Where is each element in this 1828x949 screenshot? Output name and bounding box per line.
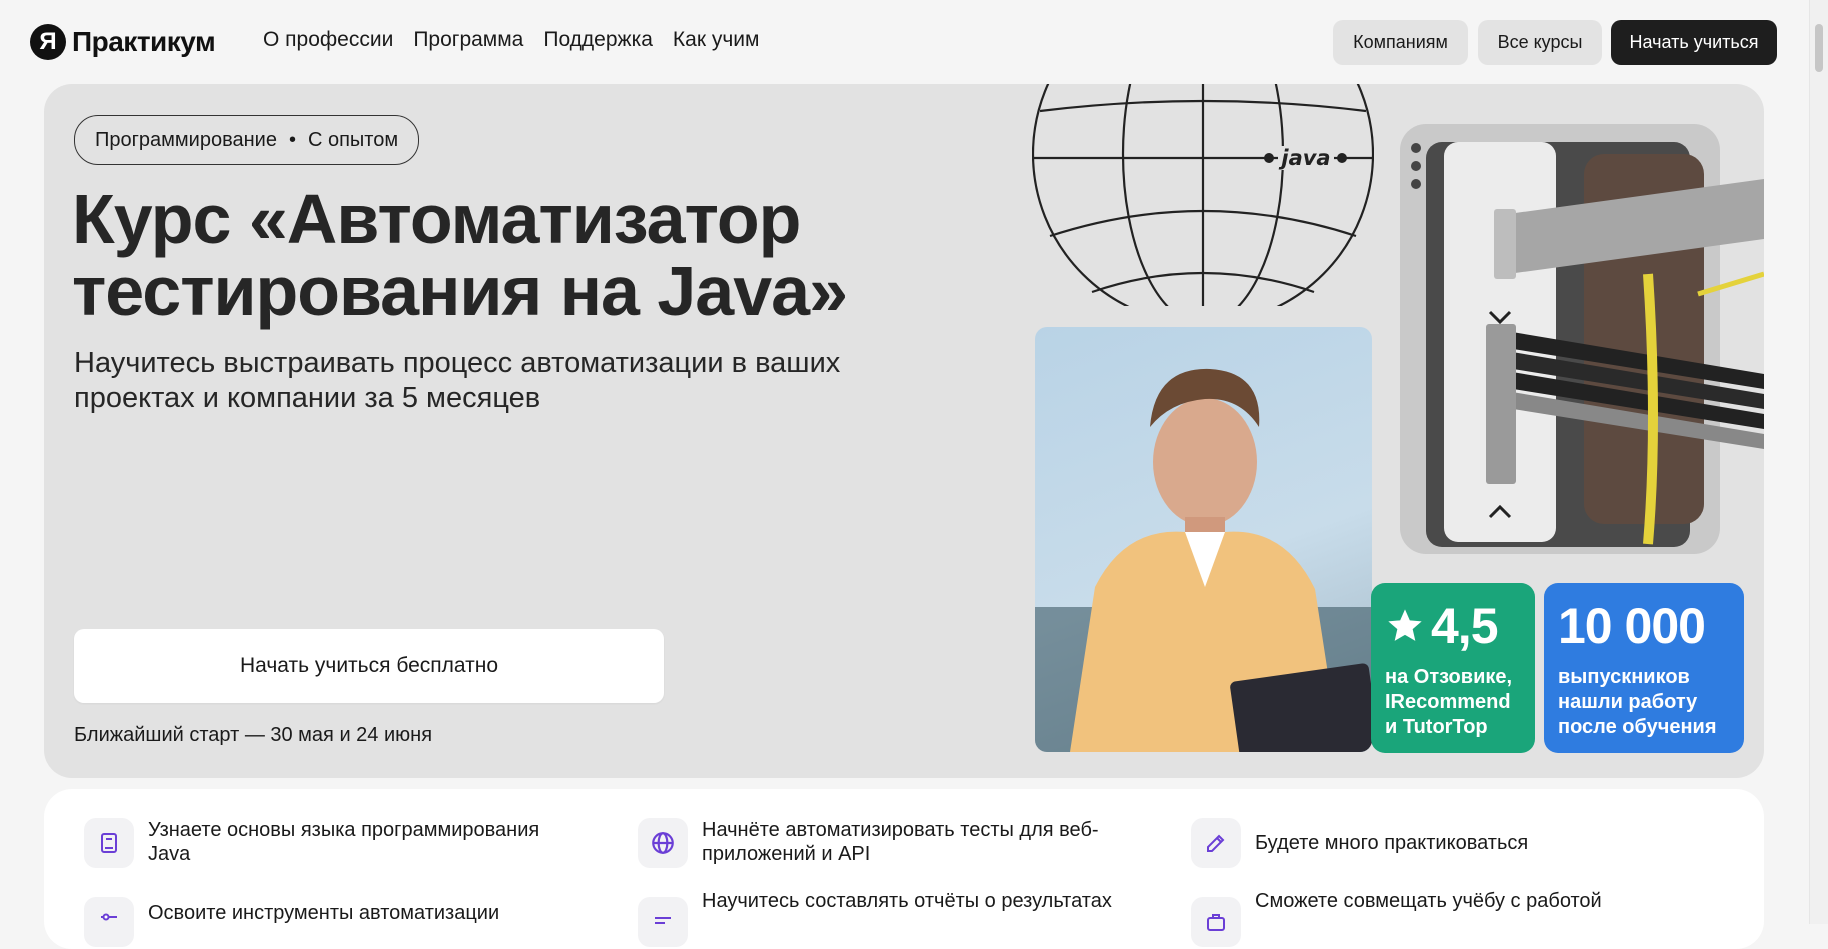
- feature-text: Будете много практиковаться: [1255, 832, 1529, 854]
- student-illustration: [1035, 368, 1372, 752]
- main-nav: О профессии Программа Поддержка Как учим: [263, 28, 759, 52]
- hero-section: Программирование • С опытом Курс «Автома…: [44, 84, 1764, 778]
- graduates-caption-line: выпускников: [1558, 666, 1690, 688]
- chip-separator: •: [288, 128, 296, 151]
- nav-about-profession[interactable]: О профессии: [263, 28, 393, 52]
- feature-item: Освоите инструменты автоматизации: [84, 897, 564, 947]
- start-learning-button[interactable]: Начать учиться: [1611, 20, 1777, 65]
- student-photo: [1035, 327, 1372, 752]
- star-icon: [1388, 609, 1422, 641]
- globe-icon: [638, 818, 688, 868]
- nav-program[interactable]: Программа: [413, 28, 523, 52]
- graduates-caption-line: нашли работу: [1558, 691, 1698, 713]
- chip-category: Программирование: [95, 128, 277, 151]
- nav-how-we-teach[interactable]: Как учим: [673, 28, 760, 52]
- page-scrollbar[interactable]: [1809, 0, 1828, 924]
- feature-item: Сможете совмещать учёбу с работой: [1191, 890, 1671, 947]
- graduates-stat-card: 10 000 выпускников нашли работу после об…: [1544, 583, 1744, 753]
- feature-text: Узнаете основы языка программирования Ja…: [148, 819, 540, 865]
- rating-stat-card: 4,5 на Отзовике, IRecommend и TutorTop: [1371, 583, 1535, 753]
- rating-caption-line: и TutorTop: [1385, 716, 1488, 738]
- feature-text: Сможете совмещать учёбу с работой: [1255, 890, 1602, 912]
- book-icon: [84, 818, 134, 868]
- tools-icon: [84, 897, 134, 947]
- feature-item: Научитесь составлять отчёты о результата…: [638, 890, 1118, 947]
- feature-item: Начнёте автоматизировать тесты для веб-п…: [638, 818, 1118, 868]
- features-section: Узнаете основы языка программирования Ja…: [44, 789, 1764, 949]
- graduates-caption-line: после обучения: [1558, 716, 1717, 738]
- graduates-caption: выпускников нашли работу после обучения: [1558, 665, 1717, 740]
- logo[interactable]: Я Практикум: [30, 24, 216, 60]
- hero-subtitle: Научитесь выстраивать процесс автоматиза…: [74, 347, 841, 414]
- chip-level: С опытом: [307, 128, 399, 151]
- site-header: Я Практикум О профессии Программа Поддер…: [0, 0, 1810, 84]
- graduates-value: 10 000: [1558, 598, 1706, 654]
- rating-number: 4,5: [1431, 598, 1499, 654]
- yandex-logo-icon: Я: [30, 24, 66, 60]
- feature-item: Узнаете основы языка программирования Ja…: [84, 818, 564, 868]
- feature-text: Научитесь составлять отчёты о результата…: [702, 890, 1112, 912]
- java-globe-illustration: java: [1032, 84, 1374, 306]
- globe-java-label: java: [1278, 146, 1330, 170]
- scrollbar-thumb[interactable]: [1815, 24, 1823, 72]
- edit-icon: [1191, 818, 1241, 868]
- all-courses-button[interactable]: Все курсы: [1478, 20, 1602, 65]
- rating-value: 4,5: [1385, 597, 1499, 655]
- report-icon: [638, 897, 688, 947]
- nearest-start-date: Ближайший старт — 30 мая и 24 июня: [74, 724, 433, 746]
- rating-caption-line: IRecommend: [1385, 691, 1511, 713]
- feature-item: Будете много практиковаться: [1191, 818, 1671, 868]
- page-title: Курс «Автоматизатор тестирования на Java…: [72, 180, 848, 330]
- companies-button[interactable]: Компаниям: [1333, 20, 1468, 65]
- logo-text: Практикум: [72, 26, 216, 57]
- feature-text: Освоите инструменты автоматизации: [148, 902, 500, 924]
- rating-caption: на Отзовике, IRecommend и TutorTop: [1385, 665, 1512, 740]
- rating-caption-line: на Отзовике,: [1385, 666, 1513, 688]
- course-tag-chip: Программирование • С опытом: [74, 115, 420, 165]
- feature-text: Начнёте автоматизировать тесты для веб-п…: [702, 819, 1099, 865]
- testing-machine-illustration: [1400, 124, 1764, 554]
- nav-support[interactable]: Поддержка: [543, 28, 653, 52]
- start-free-button[interactable]: Начать учиться бесплатно: [74, 629, 664, 703]
- briefcase-icon: [1191, 897, 1241, 947]
